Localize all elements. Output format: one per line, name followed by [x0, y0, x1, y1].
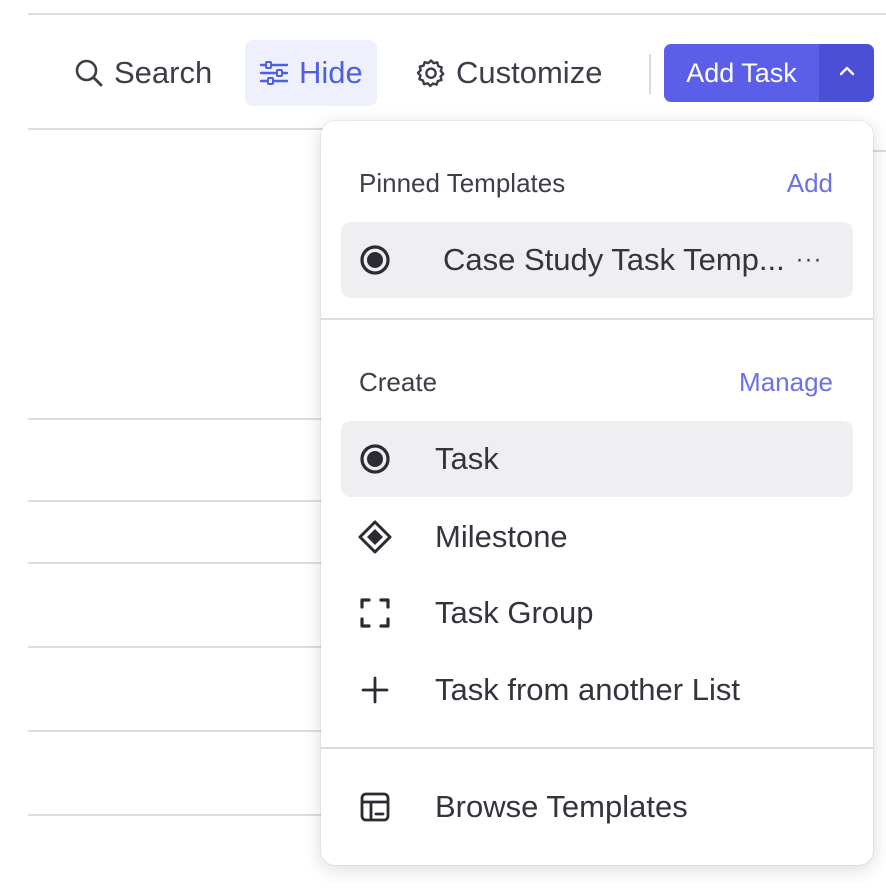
create-task-item[interactable]: Task	[341, 421, 853, 497]
pinned-template-label: Case Study Task Temp...	[443, 242, 785, 277]
list-row-divider	[28, 500, 328, 502]
create-milestone-label: Milestone	[435, 519, 568, 554]
customize-label: Customize	[456, 55, 603, 90]
add-task-dropdown: Pinned Templates Add Case Study Task Tem…	[321, 121, 873, 865]
menu-divider	[321, 318, 873, 320]
list-row-divider	[28, 730, 328, 732]
group-bracket-icon	[357, 595, 393, 631]
hide-button[interactable]: Hide	[245, 40, 377, 106]
search-label: Search	[114, 55, 213, 90]
create-title: Create	[359, 366, 438, 397]
create-milestone-item[interactable]: Milestone	[341, 499, 853, 575]
task-circle-icon	[357, 242, 393, 278]
list-row-divider	[28, 418, 328, 420]
create-task-from-list-label: Task from another List	[435, 672, 740, 707]
toolbar-divider	[649, 54, 651, 94]
add-pinned-template-link[interactable]: Add	[787, 168, 833, 199]
toolbar: Search Hide Customize Add Task	[0, 0, 886, 130]
template-layout-icon	[357, 789, 393, 825]
customize-button[interactable]: Customize	[416, 40, 602, 106]
manage-link[interactable]: Manage	[739, 367, 833, 398]
search-button[interactable]: Search	[74, 40, 212, 106]
pinned-template-item[interactable]: Case Study Task Temp... ···	[341, 222, 853, 298]
create-task-group-item[interactable]: Task Group	[341, 575, 853, 651]
add-task-button[interactable]: Add Task	[664, 44, 819, 102]
list-row-divider	[28, 562, 328, 564]
pinned-templates-header: Pinned Templates Add	[359, 165, 833, 201]
search-icon	[74, 58, 104, 88]
create-header: Create Manage	[359, 364, 833, 400]
create-task-from-list-item[interactable]: Task from another List	[341, 652, 853, 728]
gear-icon	[416, 58, 446, 88]
add-task-options-button[interactable]	[819, 44, 874, 102]
list-row-divider	[28, 814, 328, 816]
plus-icon	[357, 672, 393, 708]
more-options-icon[interactable]: ···	[789, 246, 829, 274]
sliders-icon	[259, 60, 289, 86]
create-task-label: Task	[435, 441, 499, 476]
browse-templates-item[interactable]: Browse Templates	[341, 769, 853, 845]
pinned-templates-title: Pinned Templates	[359, 167, 566, 198]
hide-label: Hide	[299, 55, 363, 90]
list-row-divider	[28, 646, 328, 648]
browse-templates-label: Browse Templates	[435, 789, 688, 824]
create-task-group-label: Task Group	[435, 595, 594, 630]
add-task-split-button: Add Task	[664, 44, 874, 102]
menu-divider	[321, 747, 873, 749]
diamond-icon	[357, 519, 393, 555]
task-circle-icon	[357, 441, 393, 477]
chevron-up-icon	[838, 64, 856, 82]
